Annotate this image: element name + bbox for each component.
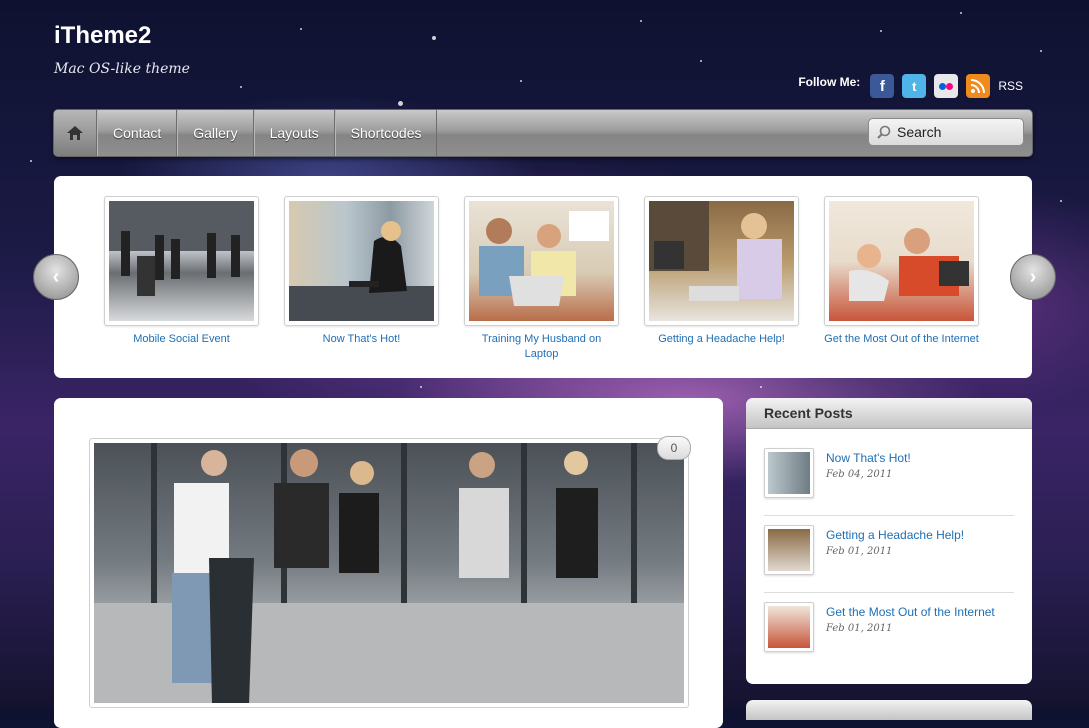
slide-thumbnail[interactable] (104, 196, 259, 326)
recent-post-date: Feb 04, 2011 (826, 469, 893, 480)
site-tagline: Mac OS-like theme (54, 61, 190, 77)
slide-item[interactable]: Now That's Hot! (284, 196, 439, 347)
slide-thumbnail[interactable] (464, 196, 619, 326)
main-content: 0 (54, 398, 723, 728)
site-title[interactable]: iTheme2 (54, 22, 151, 50)
slide-caption[interactable]: Training My Husband on Laptop (464, 332, 619, 362)
slide-caption[interactable]: Now That's Hot! (284, 332, 439, 347)
divider (764, 515, 1014, 516)
flickr-icon[interactable] (934, 74, 959, 98)
home-button[interactable] (54, 110, 97, 156)
slide-item[interactable]: Getting a Headache Help! (644, 196, 799, 347)
recent-post-title[interactable]: Getting a Headache Help! (826, 528, 964, 542)
nav-shortcodes[interactable]: Shortcodes (334, 110, 438, 156)
sidebar-widget-next (746, 700, 1032, 720)
main-navigation: Contact Gallery Layouts Shortcodes Searc… (53, 109, 1033, 157)
search-placeholder: Search (897, 124, 942, 140)
chevron-left-icon: ‹ (52, 265, 60, 288)
rss-link[interactable]: RSS (998, 79, 1023, 93)
recent-post-item[interactable]: Getting a Headache Help! Feb 01, 2011 (764, 525, 1016, 587)
slide-thumbnail[interactable] (284, 196, 439, 326)
featured-slider: Mobile Social Event Now That's Hot! Trai… (54, 176, 1032, 378)
facebook-icon[interactable]: f (870, 74, 895, 98)
follow-me-bar: Follow Me: f t RSS (798, 74, 1023, 98)
slide-item[interactable]: Mobile Social Event (104, 196, 259, 347)
slide-caption[interactable]: Mobile Social Event (104, 332, 259, 347)
recent-post-date: Feb 01, 2011 (826, 546, 893, 557)
slide-thumbnail[interactable] (824, 196, 979, 326)
recent-post-title[interactable]: Get the Most Out of the Internet (826, 605, 995, 619)
slide-thumbnail[interactable] (644, 196, 799, 326)
slider-prev-button[interactable]: ‹ (33, 254, 79, 300)
comment-count-badge[interactable]: 0 (657, 436, 691, 460)
chevron-right-icon: › (1029, 265, 1037, 288)
recent-post-item[interactable]: Get the Most Out of the Internet Feb 01,… (764, 602, 1016, 664)
recent-post-title[interactable]: Now That's Hot! (826, 451, 911, 465)
recent-post-item[interactable]: Now That's Hot! Feb 04, 2011 (764, 448, 1016, 510)
comment-count: 0 (670, 441, 678, 455)
featured-post-image[interactable] (89, 438, 689, 708)
divider (764, 592, 1014, 593)
recent-post-thumbnail[interactable] (764, 602, 814, 652)
slide-item[interactable]: Training My Husband on Laptop (464, 196, 619, 362)
slider-next-button[interactable]: › (1010, 254, 1056, 300)
slide-item[interactable]: Get the Most Out of the Internet (824, 196, 979, 347)
recent-posts-title: Recent Posts (746, 398, 1032, 429)
search-icon (877, 125, 891, 139)
nav-gallery[interactable]: Gallery (177, 110, 254, 156)
home-icon (67, 126, 83, 140)
follow-me-label: Follow Me: (798, 75, 861, 89)
recent-post-thumbnail[interactable] (764, 525, 814, 575)
twitter-icon[interactable]: t (902, 74, 927, 98)
slide-caption[interactable]: Get the Most Out of the Internet (824, 332, 979, 347)
slide-caption[interactable]: Getting a Headache Help! (644, 332, 799, 347)
recent-posts-widget: Recent Posts Now That's Hot! Feb 04, 201… (746, 398, 1032, 684)
nav-layouts[interactable]: Layouts (253, 110, 335, 156)
rss-icon[interactable] (966, 74, 991, 98)
search-input[interactable]: Search (868, 118, 1024, 146)
recent-post-thumbnail[interactable] (764, 448, 814, 498)
nav-contact[interactable]: Contact (97, 110, 178, 156)
recent-post-date: Feb 01, 2011 (826, 623, 893, 634)
